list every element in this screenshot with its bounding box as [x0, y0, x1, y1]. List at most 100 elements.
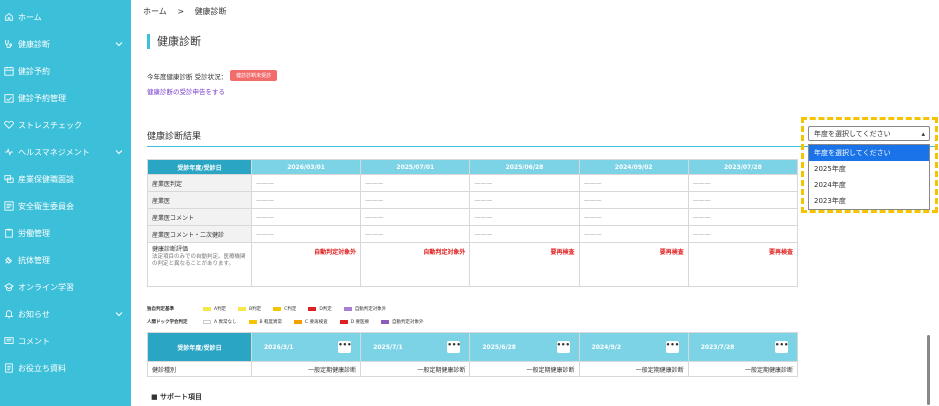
sidebar-item-label: お知らせ — [18, 309, 50, 319]
legend-item: 自動判定対象外 — [343, 306, 387, 312]
breadcrumb-separator: > — [177, 7, 185, 16]
row-label: 健診種別 — [147, 361, 252, 377]
empty-cell: ——— — [578, 174, 689, 192]
empty-cell: ——— — [360, 208, 471, 226]
empty-cell: ——— — [578, 191, 689, 209]
eval-label: 健康診断評価 — [152, 246, 189, 253]
status-label: 今年度健康診断 受診状況： — [147, 72, 228, 81]
legend-label: A 異常なし — [214, 320, 237, 325]
header-date-label: 2025/7/1 — [373, 343, 403, 351]
sidebar-item-label: お役立ち資料 — [18, 363, 66, 373]
empty-cell: ——— — [687, 174, 799, 192]
year-option[interactable]: 2023年度 — [809, 193, 929, 209]
legend-item: C判定 — [273, 306, 296, 312]
sidebar-item[interactable]: 労働管理 — [0, 223, 131, 243]
sidebar-item[interactable]: 健診予約管理 — [0, 88, 131, 108]
empty-cell: ——— — [469, 225, 580, 243]
row-label: 産業医コメント・二次健診 — [147, 225, 252, 243]
legend-item: D判定 — [308, 306, 332, 312]
scrollbar[interactable] — [927, 335, 930, 405]
chevron-updown-icon: ▴︎ — [921, 130, 925, 138]
checkup-type: 一般定期健康診断 — [360, 361, 471, 377]
legend-title: 人間ドック学会判定 — [147, 320, 188, 325]
eval-result: 要再検査 — [578, 242, 689, 287]
more-options-button[interactable]: ••• — [665, 341, 679, 353]
apply-checkup-link[interactable]: 健康診断の受診申告をする — [147, 86, 225, 96]
sidebar-item-label: ヘルスマネジメント — [18, 147, 90, 157]
legend-item: D 要医療 — [339, 319, 369, 325]
empty-cell: ——— — [360, 191, 471, 209]
sidebar-item-label: 健康診断 — [18, 39, 50, 49]
legend-label: B判定 — [249, 307, 262, 312]
sidebar-item[interactable]: 健康診断 — [0, 34, 131, 54]
row-label: 産業医判定 — [147, 174, 252, 192]
sidebar-item-label: 抗体管理 — [18, 255, 50, 265]
heart-icon — [3, 119, 15, 131]
legend-swatch — [308, 307, 317, 311]
empty-cell: ——— — [578, 208, 689, 226]
calendar-check-icon — [3, 92, 15, 104]
sidebar-item[interactable]: 健診予約 — [0, 61, 131, 81]
header-date-label: 2023/7/28 — [700, 343, 735, 351]
syringe-icon — [3, 254, 15, 266]
support-section-title: ■ サポート項目 — [151, 393, 203, 401]
legend-item: 自動判定対象外 — [381, 319, 424, 325]
eval-result: 自動判定対象外 — [360, 242, 471, 287]
sidebar-item[interactable]: 安全衛生委員会 — [0, 196, 131, 216]
legend-swatch — [273, 307, 282, 311]
more-options-button[interactable]: ••• — [775, 341, 788, 353]
sidebar-item[interactable]: 産業保健職面談 — [0, 169, 131, 189]
graduation-icon — [3, 281, 15, 293]
header-visit-date: 受診年度/受診日 — [147, 332, 252, 362]
sidebar-item[interactable]: ホーム — [0, 7, 131, 27]
empty-cell: ——— — [360, 225, 471, 243]
eval-note: 法定項目のみでの自動判定。医療機関の判定と異なることがあります。 — [152, 254, 246, 267]
sidebar-item-label: オンライン学習 — [18, 282, 74, 292]
sidebar-item[interactable]: ストレスチェック — [0, 115, 131, 135]
year-option[interactable]: 年度を選択してください — [809, 145, 929, 161]
year-option[interactable]: 2025年度 — [809, 161, 929, 177]
empty-cell: ——— — [250, 208, 362, 226]
sidebar-item-label: 安全衛生委員会 — [18, 201, 74, 211]
header-date: 2026/3/1 ••• — [250, 332, 362, 362]
legend-dock-criteria: 人間ドック学会判定 A 異常なし B 軽度異常 C 要再検査 D 要医療 自動判定対象外 — [147, 319, 436, 325]
legend-item: B 軽度異常 — [248, 319, 283, 325]
chevron-down-icon — [114, 39, 124, 49]
header-date: 2024/09/02 — [578, 159, 689, 175]
sidebar-item[interactable]: コメント — [0, 331, 131, 351]
more-options-button[interactable]: ••• — [338, 341, 352, 353]
more-options-button[interactable]: ••• — [447, 341, 461, 353]
header-date: 2025/06/28 — [469, 159, 580, 175]
table-row: 健診種別 一般定期健康診断 一般定期健康診断 一般定期健康診断 一般定期健康診断 一般定期… — [147, 361, 799, 377]
legend-own-criteria: 独自判定基準 A判定 B判定 C判定 D判定 自動判定対象外 — [147, 306, 398, 312]
sidebar-item-label: 労働管理 — [18, 228, 50, 238]
table-row: 産業医コメント・二次健診 ——— ——— ——— ——— ——— — [147, 225, 799, 243]
sidebar-item[interactable]: お役立ち資料 — [0, 358, 131, 378]
comment-icon — [3, 335, 15, 347]
legend-label: 自動判定対象外 — [354, 307, 387, 312]
eval-result: 自動判定対象外 — [250, 242, 362, 287]
legend-item: A 異常なし — [203, 319, 237, 325]
empty-cell: ——— — [469, 191, 580, 209]
legend-swatch — [343, 307, 352, 311]
eval-result: 要再検査 — [687, 242, 799, 287]
eval-result: 要再検査 — [469, 242, 580, 287]
year-select[interactable]: 年度を選択してください ▴︎ — [808, 126, 930, 141]
sidebar-item[interactable]: お知らせ — [0, 304, 131, 324]
header-date: 2023/07/28 — [687, 159, 799, 175]
year-option[interactable]: 2024年度 — [809, 177, 929, 193]
empty-cell: ——— — [250, 225, 362, 243]
header-date: 2025/7/1 ••• — [360, 332, 471, 362]
sidebar-item[interactable]: ヘルスマネジメント — [0, 142, 131, 162]
legend-label: B 軽度異常 — [259, 320, 283, 325]
more-options-button[interactable]: ••• — [556, 341, 570, 353]
header-date: 2026/03/01 — [250, 159, 362, 175]
checkup-type: 一般定期健康診断 — [578, 361, 689, 377]
legend-label: A判定 — [214, 307, 227, 312]
sidebar-item[interactable]: オンライン学習 — [0, 277, 131, 297]
year-select-value: 年度を選択してください — [814, 129, 891, 138]
sidebar-item[interactable]: 抗体管理 — [0, 250, 131, 270]
empty-cell: ——— — [469, 174, 580, 192]
clipboard-icon — [3, 227, 15, 239]
breadcrumb-home[interactable]: ホーム — [143, 7, 167, 16]
